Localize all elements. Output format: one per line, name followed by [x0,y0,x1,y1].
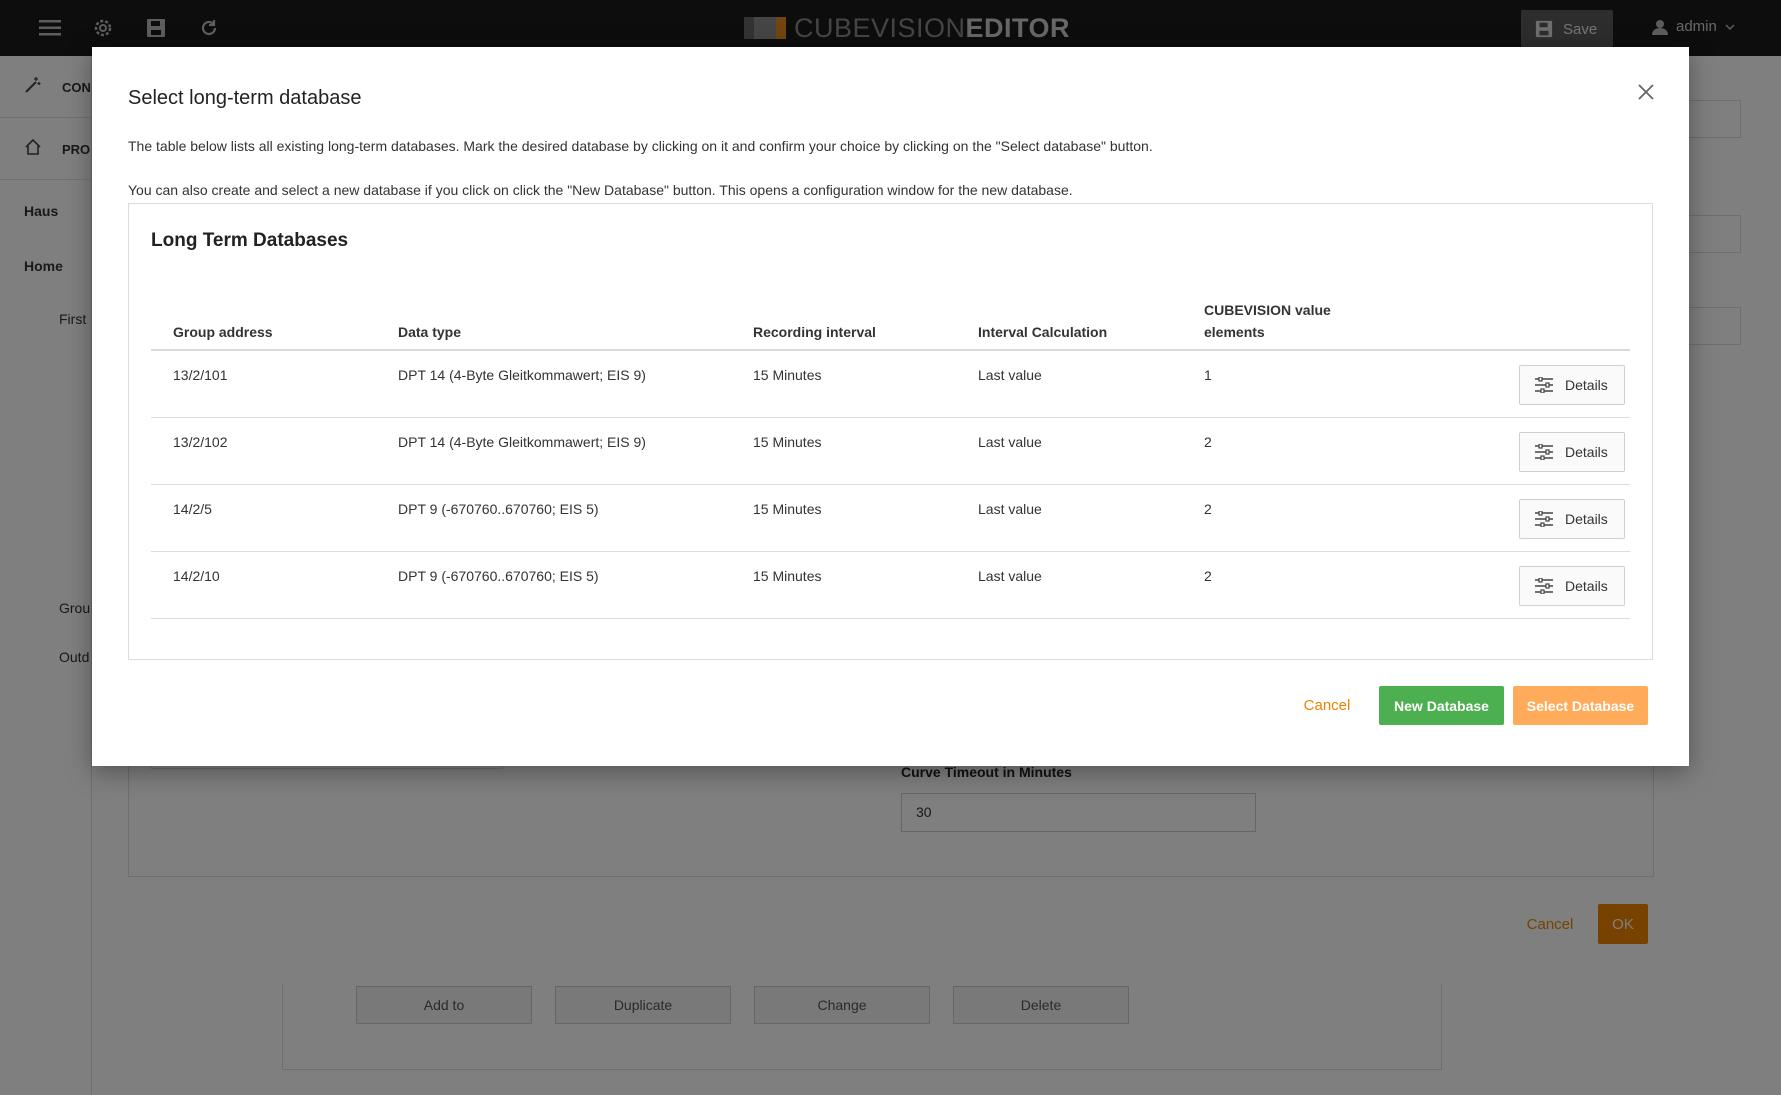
cell-value-elements: 2 [1204,434,1212,450]
table-row[interactable]: 13/2/101 DPT 14 (4-Byte Gleitkommawert; … [151,351,1630,418]
cell-data-type: DPT 9 (-670760..670760; EIS 5) [398,568,599,584]
database-table: Group address Data type Recording interv… [151,288,1630,619]
cell-group-address: 14/2/5 [173,501,212,517]
card-title: Long Term Databases [151,230,349,251]
cell-interval-calculation: Last value [978,367,1042,383]
modal-title: Select long-term database [128,87,362,109]
cell-group-address: 14/2/10 [173,568,220,584]
table-row[interactable]: 14/2/10 DPT 9 (-670760..670760; EIS 5) 1… [151,552,1630,619]
cell-recording-interval: 15 Minutes [753,367,822,383]
cell-interval-calculation: Last value [978,501,1042,517]
cell-data-type: DPT 14 (4-Byte Gleitkommawert; EIS 9) [398,434,646,450]
close-icon[interactable] [1632,78,1660,106]
cell-value-elements: 2 [1204,501,1212,517]
cell-interval-calculation: Last value [978,568,1042,584]
cell-group-address: 13/2/101 [173,367,228,383]
column-header-interval-calculation[interactable]: Interval Calculation [978,321,1107,343]
modal-description: You can also create and select a new dat… [128,182,1073,198]
sliders-icon [1535,511,1553,527]
cell-recording-interval: 15 Minutes [753,501,822,517]
select-database-button[interactable]: Select Database [1513,686,1648,725]
table-row[interactable]: 13/2/102 DPT 14 (4-Byte Gleitkommawert; … [151,418,1630,485]
column-header-group-address[interactable]: Group address [173,321,273,343]
cell-recording-interval: 15 Minutes [753,568,822,584]
column-header-recording-interval[interactable]: Recording interval [753,321,876,343]
details-label: Details [1565,511,1608,527]
column-header-line: elements [1204,324,1265,340]
details-button[interactable]: Details [1519,566,1625,606]
table-header: Group address Data type Recording interv… [151,288,1630,351]
cell-value-elements: 2 [1204,568,1212,584]
cell-data-type: DPT 14 (4-Byte Gleitkommawert; EIS 9) [398,367,646,383]
column-header-value-elements[interactable]: CUBEVISION value elements [1204,299,1331,343]
sliders-icon [1535,377,1553,393]
column-header-data-type[interactable]: Data type [398,321,461,343]
sliders-icon [1535,578,1553,594]
select-database-modal: Select long-term database The table belo… [92,47,1689,766]
cell-interval-calculation: Last value [978,434,1042,450]
modal-description: The table below lists all existing long-… [128,138,1153,154]
details-button[interactable]: Details [1519,365,1625,405]
cell-group-address: 13/2/102 [173,434,228,450]
database-card: Long Term Databases Group address Data t… [128,203,1653,660]
new-database-button[interactable]: New Database [1379,686,1504,725]
details-button[interactable]: Details [1519,499,1625,539]
sliders-icon [1535,444,1553,460]
cell-data-type: DPT 9 (-670760..670760; EIS 5) [398,501,599,517]
cell-recording-interval: 15 Minutes [753,434,822,450]
details-label: Details [1565,578,1608,594]
cell-value-elements: 1 [1204,367,1212,383]
details-button[interactable]: Details [1519,432,1625,472]
column-header-line: CUBEVISION value [1204,302,1331,318]
details-label: Details [1565,377,1608,393]
table-row[interactable]: 14/2/5 DPT 9 (-670760..670760; EIS 5) 15… [151,485,1630,552]
details-label: Details [1565,444,1608,460]
cancel-button[interactable]: Cancel [1297,686,1357,724]
